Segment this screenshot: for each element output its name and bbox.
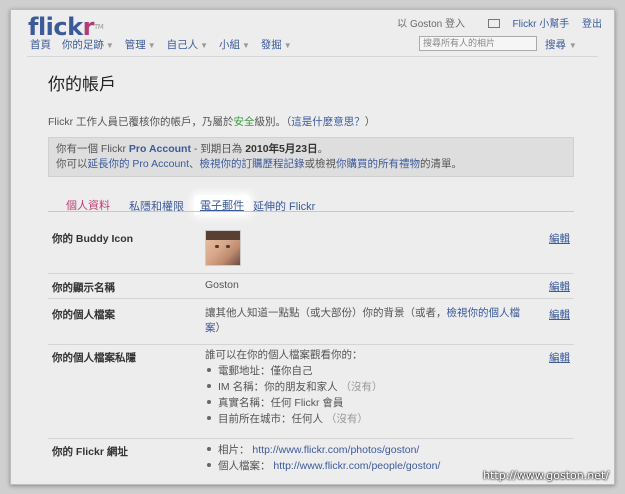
flickr-url-label: 你的 Flickr 網址 xyxy=(52,446,128,458)
chevron-down-icon[interactable]: ▼ xyxy=(200,41,208,50)
what-does-this-mean-link[interactable]: 這是什麼意思？ xyxy=(291,116,365,128)
profile-privacy-label: 你的個人檔案私隱 xyxy=(52,352,136,364)
list-item: IM 名稱：你的朋友和家人 （沒有） xyxy=(205,379,383,395)
privacy-intro: 誰可以在你的個人檔案觀看你的： xyxy=(205,349,363,361)
mail-icon[interactable] xyxy=(487,19,500,28)
chevron-down-icon[interactable]: ▼ xyxy=(284,41,292,50)
row-divider xyxy=(48,438,574,439)
safety-level: 安全 xyxy=(233,116,255,128)
top-links: 以 Goston 登入 Flickr 小幫手 登出 xyxy=(387,15,602,30)
row-divider xyxy=(48,298,574,299)
profile-url-link[interactable]: http://www.flickr.com/people/goston/ xyxy=(273,460,440,472)
flickr-account-window: flickrTM 以 Goston 登入 Flickr 小幫手 登出 首頁 你的… xyxy=(10,9,615,485)
nav-contacts[interactable]: 自己人 ▼ xyxy=(167,39,208,51)
pro-account-box: 你有一個 Flickr Pro Account - 到期日為 2010年5月23… xyxy=(48,137,574,177)
flickr-url-value: 相片： http://www.flickr.com/photos/goston/… xyxy=(205,442,440,474)
chevron-down-icon[interactable]: ▼ xyxy=(242,41,250,50)
gifts-link[interactable]: 你購買的所有禮物 xyxy=(336,158,420,170)
avatar xyxy=(205,230,241,266)
header-divider xyxy=(27,56,598,57)
edit-profile-button[interactable]: 編輯 xyxy=(549,307,570,322)
watermark: http://www.goston.net/ xyxy=(483,469,609,482)
order-history-link[interactable]: 檢視你的訂購歷程記錄 xyxy=(200,158,305,170)
nav-home[interactable]: 首頁 xyxy=(30,39,51,51)
photos-url-link[interactable]: http://www.flickr.com/photos/goston/ xyxy=(252,444,419,456)
page-title: 你的帳戶 xyxy=(48,75,116,95)
expiry-date: 2010年5月23日 xyxy=(245,143,318,155)
nav-you[interactable]: 你的足跡 ▼ xyxy=(62,39,114,51)
search-input[interactable]: 搜尋所有人的相片 xyxy=(419,36,537,51)
profile-value: 讓其他人知道一點點（或大部份）你的背景（或者，檢視你的個人檔案） xyxy=(205,307,520,334)
search-button[interactable]: 搜尋 ▼ xyxy=(545,37,577,52)
extend-pro-link[interactable]: 延長你的 Pro Account xyxy=(88,158,190,170)
helper-link[interactable]: Flickr 小幫手 xyxy=(513,19,570,30)
logout-link[interactable]: 登出 xyxy=(582,19,602,30)
nav-explore[interactable]: 發掘 ▼ xyxy=(261,39,292,51)
logged-in-as: 以 Goston 登入 xyxy=(397,19,465,30)
profile-privacy-value: 誰可以在你的個人檔案觀看你的： 電郵地址：僅你自己 IM 名稱：你的朋友和家人 … xyxy=(205,348,383,427)
row-divider xyxy=(48,273,574,274)
main-nav: 首頁 你的足跡 ▼ 管理 ▼ 自己人 ▼ 小組 ▼ 發掘 ▼ xyxy=(30,37,300,52)
tab-email[interactable]: 電子郵件 xyxy=(194,195,250,215)
edit-privacy-button[interactable]: 編輯 xyxy=(549,350,570,365)
edit-display-name-button[interactable]: 編輯 xyxy=(549,279,570,294)
buddy-icon-label: 你的 Buddy Icon xyxy=(52,233,134,245)
row-divider xyxy=(48,344,574,345)
privacy-list: 電郵地址：僅你自己 IM 名稱：你的朋友和家人 （沒有） 真實名稱：任何 Fli… xyxy=(205,363,383,427)
chevron-down-icon[interactable]: ▼ xyxy=(106,41,114,50)
display-name-label: 你的顯示名稱 xyxy=(52,282,115,294)
list-item: 相片： http://www.flickr.com/photos/goston/ xyxy=(205,442,440,458)
chevron-down-icon[interactable]: ▼ xyxy=(569,41,577,50)
list-item: 真實名稱：任何 Flickr 會員 xyxy=(205,395,383,411)
list-item: 個人檔案： http://www.flickr.com/people/gosto… xyxy=(205,458,440,474)
nav-groups[interactable]: 小組 ▼ xyxy=(219,39,250,51)
edit-buddy-icon-button[interactable]: 編輯 xyxy=(549,231,570,246)
chevron-down-icon[interactable]: ▼ xyxy=(148,41,156,50)
list-item: 電郵地址：僅你自己 xyxy=(205,363,383,379)
display-name-value: Goston xyxy=(205,279,239,291)
nav-organize[interactable]: 管理 ▼ xyxy=(125,39,156,51)
pro-account-link[interactable]: Pro Account xyxy=(129,143,191,155)
list-item: 目前所在城市：任何人 （沒有） xyxy=(205,411,383,427)
account-verify-text: Flickr 工作人員已覆核你的帳戶，乃屬於安全級別。（這是什麼意思？） xyxy=(48,116,376,128)
tab-divider xyxy=(48,211,574,212)
profile-label: 你的個人檔案 xyxy=(52,309,115,321)
